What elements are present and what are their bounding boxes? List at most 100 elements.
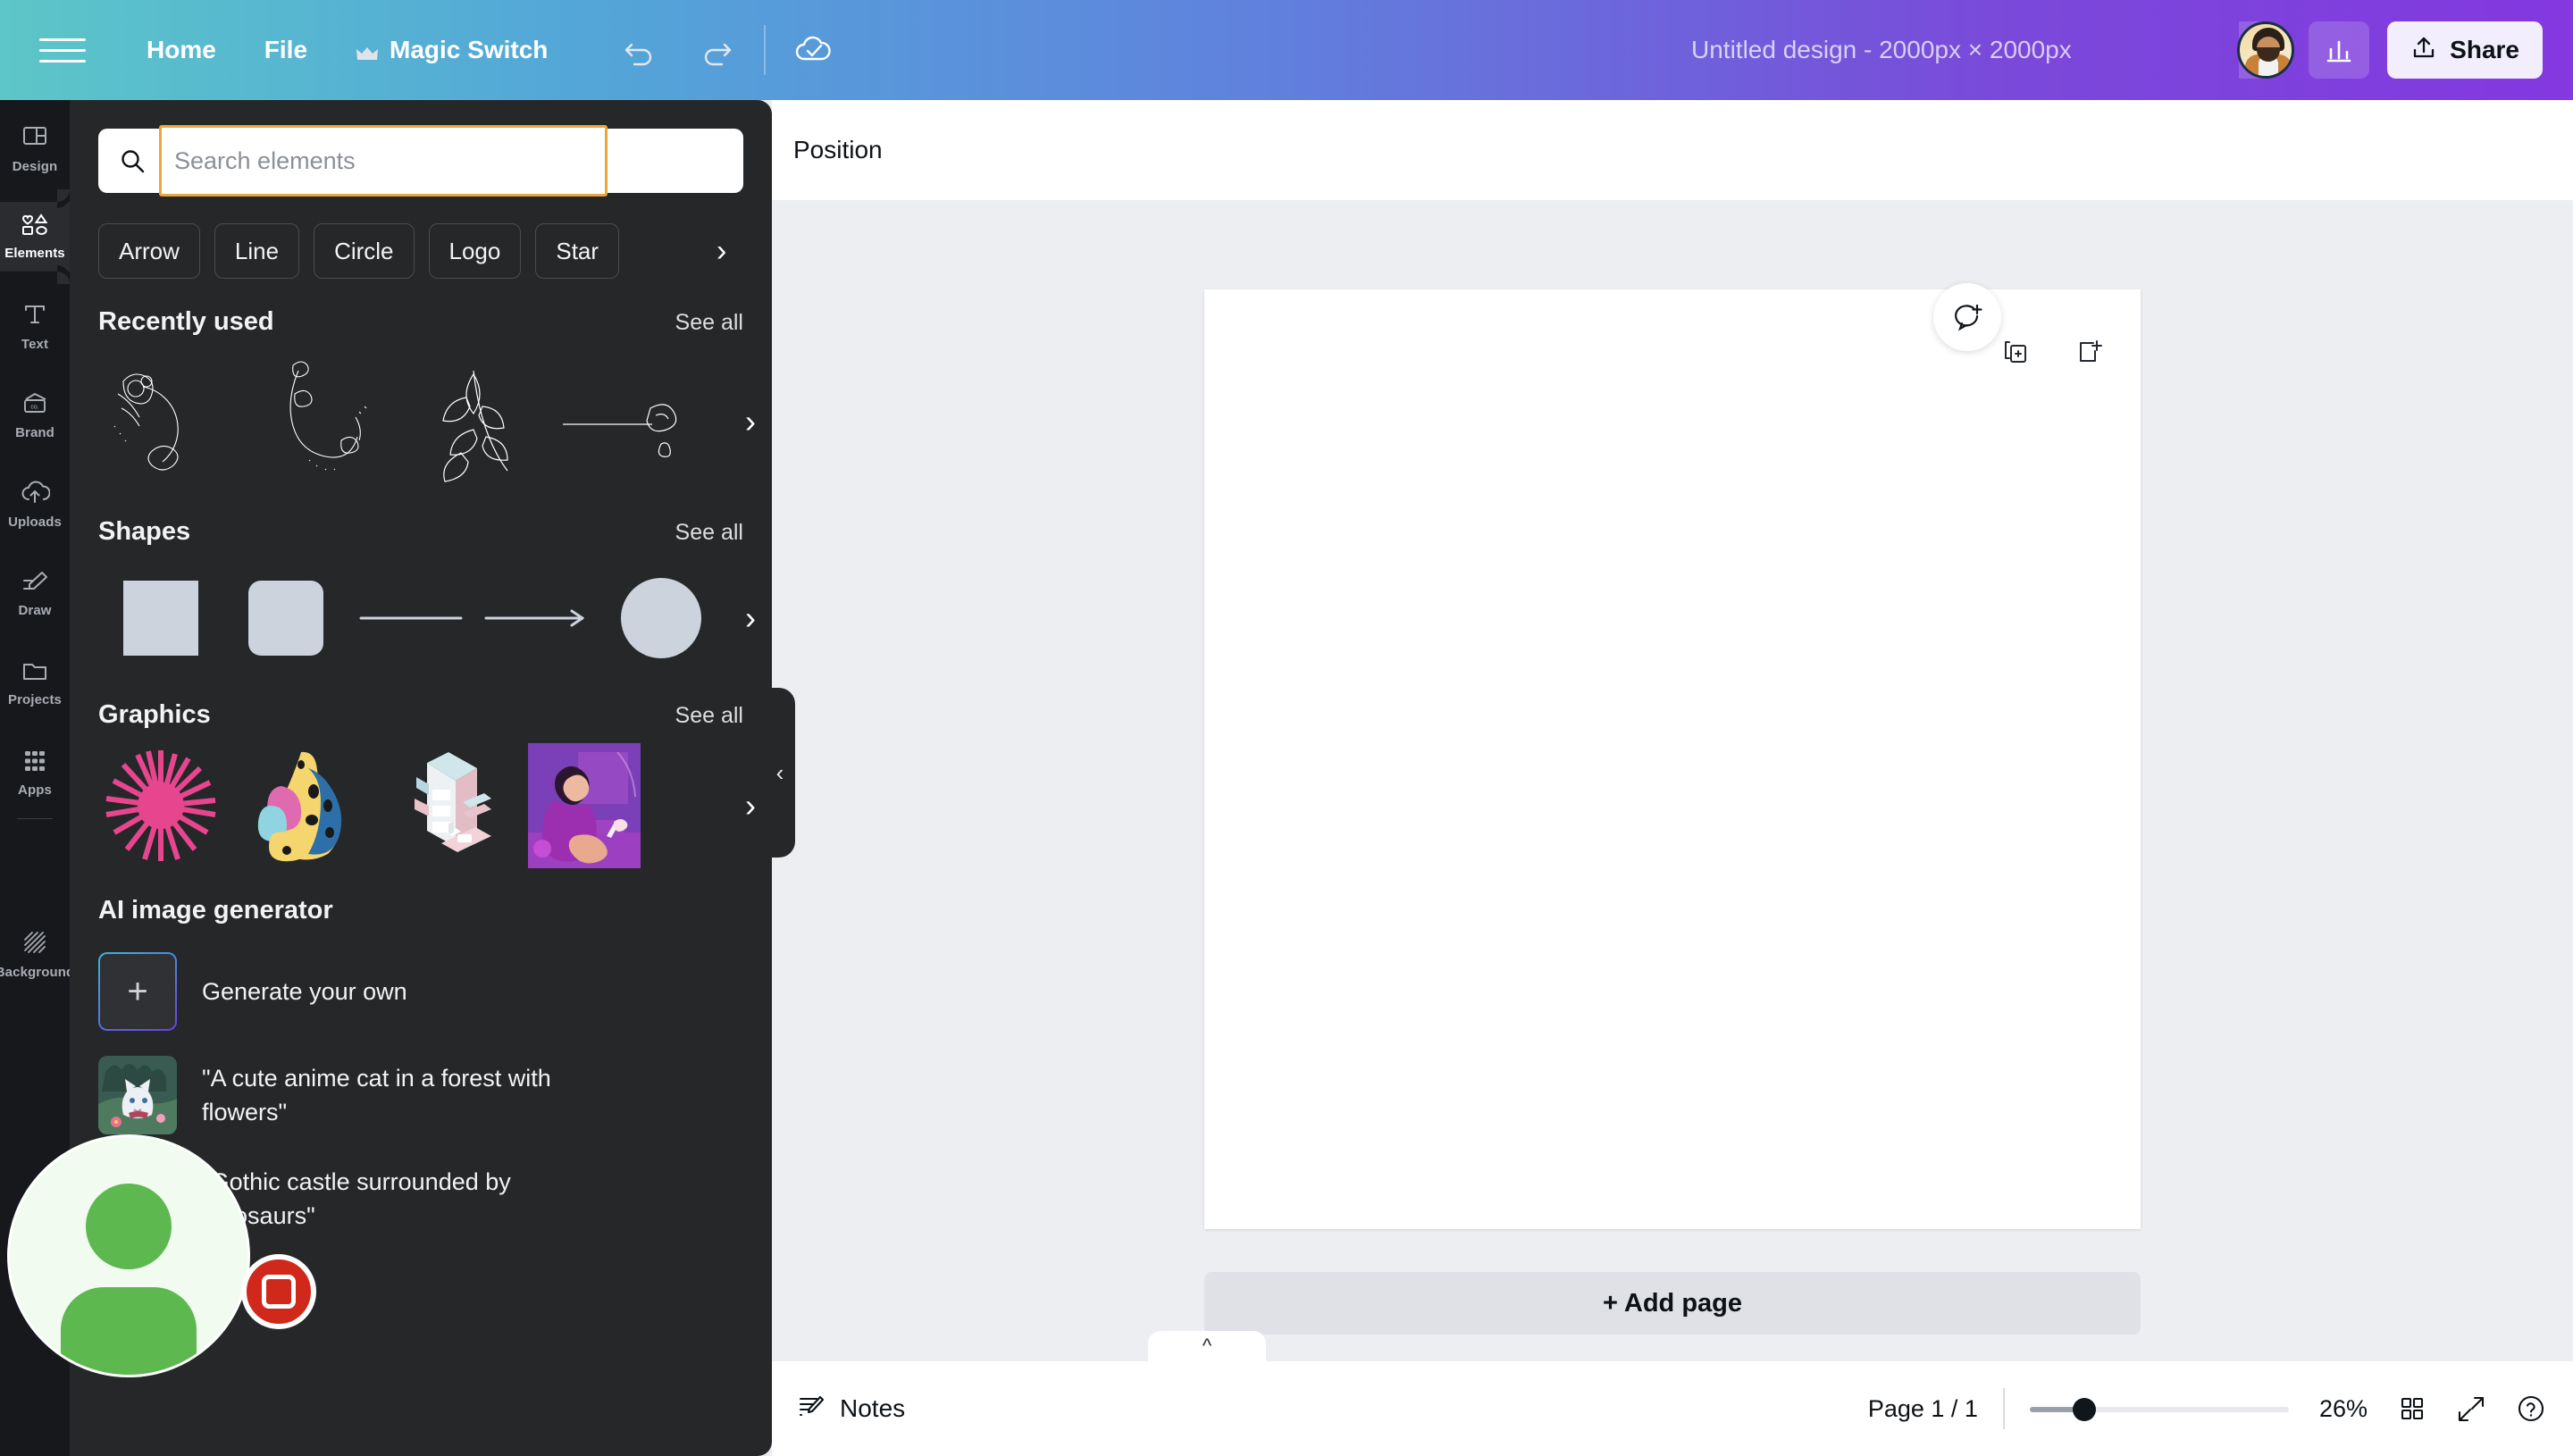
search-input[interactable] — [174, 146, 605, 175]
canvas-page-tools — [2000, 337, 2104, 372]
chip-star[interactable]: Star — [535, 223, 620, 279]
anime-cat-thumb[interactable] — [98, 1056, 177, 1134]
add-comment-icon[interactable] — [1933, 283, 2001, 351]
shape-circle[interactable] — [599, 556, 724, 681]
avatar[interactable] — [2237, 21, 2295, 79]
sidebar-item-design[interactable]: Design — [0, 113, 70, 182]
redo-icon[interactable] — [689, 22, 744, 78]
chevron-right-icon[interactable]: › — [745, 602, 756, 634]
editor-area: Position + Add page — [772, 100, 2573, 1456]
zoom-slider[interactable] — [2029, 1398, 2289, 1421]
folder-icon — [21, 660, 49, 688]
graphic-thumbnail[interactable] — [522, 739, 647, 873]
undo-icon[interactable] — [612, 22, 667, 78]
help-question-icon[interactable] — [2516, 1393, 2546, 1424]
graphic-thumbnail[interactable] — [239, 739, 365, 873]
grid-view-icon[interactable] — [2398, 1394, 2426, 1423]
chip-arrow[interactable]: Arrow — [98, 223, 200, 279]
crown-icon — [356, 41, 379, 60]
search-icon — [118, 146, 147, 175]
list-item-label: "Gothic castle surrounded by dinosaurs" — [202, 1167, 511, 1229]
position-button[interactable]: Position — [793, 136, 883, 164]
see-all-shapes[interactable]: See all — [675, 520, 743, 546]
graphic-thumbnail[interactable] — [98, 739, 223, 873]
document-title[interactable]: Untitled design - 2000px × 2000px — [1691, 36, 2072, 64]
bottom-right-controls: Page 1 / 1 26% — [1868, 1388, 2546, 1429]
see-all-graphics[interactable]: See all — [675, 703, 743, 729]
category-chips: Arrow Line Circle Logo Star › — [98, 223, 772, 279]
bottom-panel-expander[interactable]: ^ — [1148, 1331, 1266, 1370]
sidebar-item-elements[interactable]: Elements — [0, 189, 70, 284]
sidebar-item-draw[interactable]: Draw — [0, 559, 70, 629]
shape-rounded-square[interactable] — [223, 556, 348, 681]
element-thumbnail[interactable] — [554, 346, 706, 498]
notes-button[interactable]: Notes — [797, 1392, 905, 1427]
element-thumbnail[interactable] — [402, 346, 554, 498]
camera-bubble-avatar[interactable] — [7, 1134, 250, 1377]
generate-your-own-tile[interactable]: + — [98, 952, 177, 1031]
sidebar-item-brand[interactable]: co. Brand — [0, 381, 70, 450]
shape-square[interactable] — [98, 556, 223, 681]
sidebar-item-uploads[interactable]: Uploads — [0, 470, 70, 540]
list-item-label: "A cute anime cat in a forest with flowe… — [202, 1064, 551, 1125]
hamburger-menu-icon[interactable] — [39, 32, 86, 68]
upload-icon — [2410, 34, 2437, 67]
share-button-label: Share — [2450, 36, 2519, 63]
design-canvas[interactable] — [1204, 289, 2141, 1229]
graphic-thumbnail[interactable] — [381, 739, 506, 873]
shape-arrow[interactable] — [474, 556, 599, 681]
stop-recording-button[interactable] — [241, 1254, 316, 1329]
page-indicator[interactable]: Page 1 / 1 — [1868, 1395, 1978, 1423]
list-item[interactable]: "A cute anime cat in a forest with flowe… — [70, 1043, 772, 1147]
chevron-right-icon[interactable]: › — [745, 406, 756, 438]
bar-chart-icon[interactable] — [2309, 21, 2370, 79]
notes-pencil-icon — [797, 1392, 826, 1427]
expand-fullscreen-icon[interactable] — [2457, 1394, 2485, 1423]
top-bar: Home File Magic Switch Untitled design -… — [0, 0, 2573, 100]
sidebar-item-draw-label: Draw — [18, 602, 52, 618]
sidebar-item-background-label: Background — [0, 964, 75, 980]
sidebar-item-apps[interactable]: Apps — [0, 738, 70, 807]
shape-line[interactable] — [348, 556, 474, 681]
chevron-up-icon: ^ — [1202, 1335, 1212, 1357]
shapes-strip[interactable]: › — [70, 556, 772, 681]
list-item[interactable]: + Generate your own — [70, 940, 772, 1043]
chevron-right-icon[interactable]: › — [745, 790, 756, 822]
recently-used-strip[interactable]: › — [70, 346, 772, 498]
sidebar-item-brand-label: Brand — [15, 424, 54, 440]
zoom-slider-knob[interactable] — [2072, 1398, 2096, 1421]
nav-home[interactable]: Home — [125, 23, 238, 77]
add-page-icon[interactable] — [2074, 337, 2104, 372]
sidebar-item-design-label: Design — [12, 158, 58, 174]
bottom-divider — [2002, 1388, 2005, 1429]
brand-card-icon: co. — [21, 391, 49, 421]
chip-logo[interactable]: Logo — [428, 223, 522, 279]
chevron-right-icon[interactable]: › — [717, 234, 726, 269]
pen-draw-icon — [21, 571, 49, 598]
element-thumbnail[interactable] — [250, 346, 402, 498]
nav-file-label: File — [264, 36, 308, 63]
share-button[interactable]: Share — [2387, 21, 2543, 79]
hatch-lines-icon — [21, 929, 48, 960]
search-input-focus-ring — [159, 125, 608, 197]
sidebar-item-projects-label: Projects — [8, 691, 62, 707]
zoom-value[interactable]: 26% — [2319, 1395, 2368, 1423]
nav-file[interactable]: File — [243, 23, 329, 77]
panel-collapse-button[interactable]: ‹ — [765, 688, 795, 858]
sidebar-item-background[interactable]: Background — [0, 919, 74, 989]
duplicate-page-icon[interactable] — [2000, 337, 2031, 372]
nav-magic-switch[interactable]: Magic Switch — [334, 23, 569, 77]
text-t-icon — [21, 301, 48, 332]
chip-line[interactable]: Line — [214, 223, 300, 279]
sidebar-item-projects[interactable]: Projects — [0, 649, 70, 718]
section-recently-used-header: Recently used See all — [98, 307, 743, 337]
sidebar-item-text[interactable]: Text — [0, 291, 70, 361]
element-thumbnail[interactable] — [98, 346, 250, 498]
see-all-recently-used[interactable]: See all — [675, 310, 743, 336]
cloud-check-icon[interactable] — [785, 22, 841, 78]
notes-button-label: Notes — [840, 1394, 906, 1422]
top-right-actions: + Share — [2237, 21, 2543, 79]
graphics-strip[interactable]: › — [70, 739, 772, 873]
add-page-button[interactable]: + Add page — [1204, 1272, 2141, 1335]
chip-circle[interactable]: Circle — [314, 223, 415, 279]
